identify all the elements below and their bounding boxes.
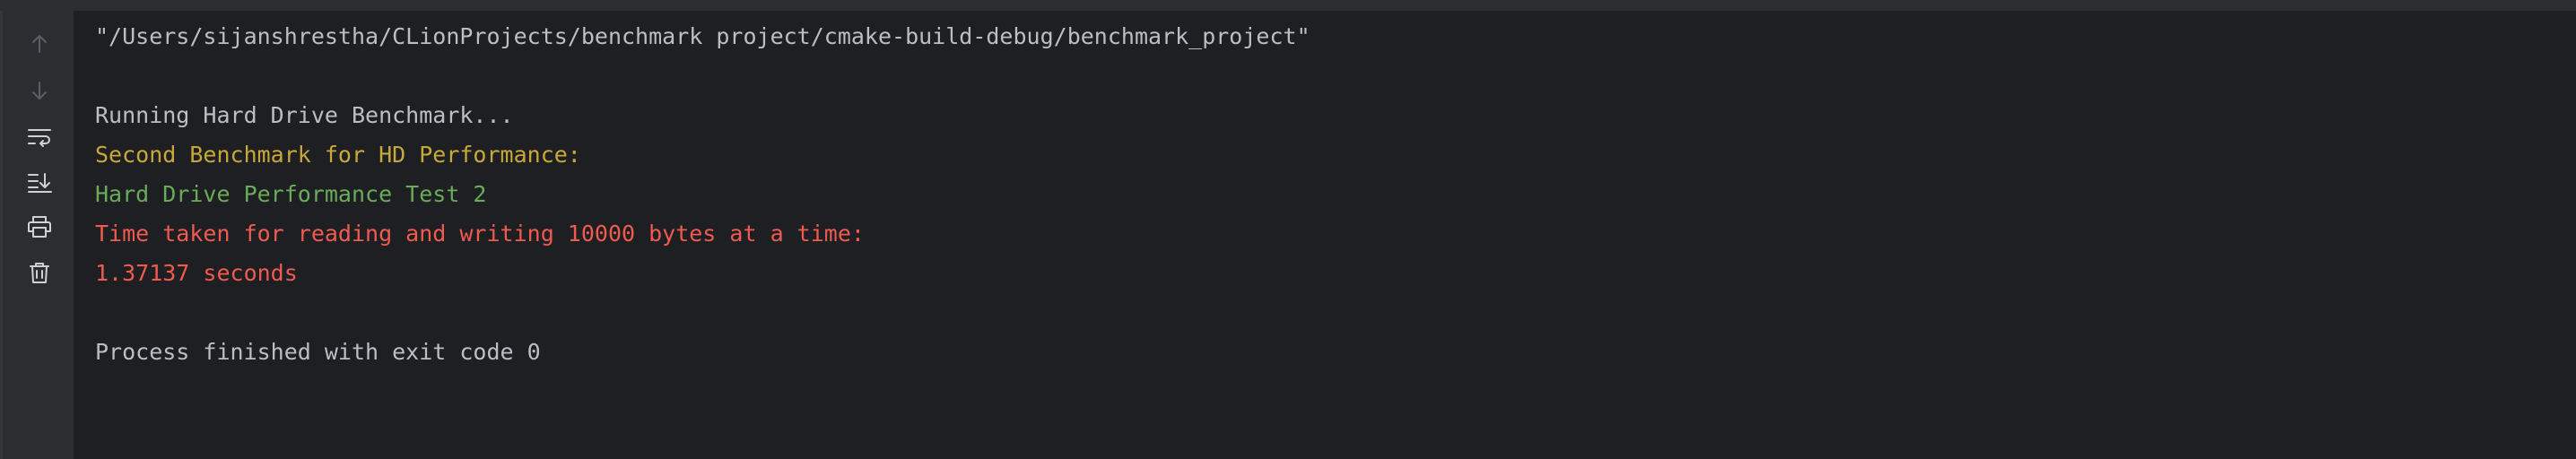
- up-arrow-icon[interactable]: [22, 27, 57, 61]
- console-line-time-label: Time taken for reading and writing 10000…: [95, 221, 865, 247]
- print-icon[interactable]: [22, 210, 57, 244]
- scroll-to-end-icon[interactable]: [22, 165, 57, 199]
- trash-icon[interactable]: [22, 255, 57, 290]
- console-line-test-name: Hard Drive Performance Test 2: [95, 181, 487, 207]
- down-arrow-icon[interactable]: [22, 74, 57, 108]
- console-output[interactable]: "/Users/sijanshrestha/CLionProjects/benc…: [74, 11, 2576, 459]
- top-border: [0, 0, 2576, 11]
- console-line-exit-code: Process finished with exit code 0: [95, 339, 541, 365]
- console-line-time-value: 1.37137 seconds: [95, 260, 298, 286]
- console-line-command: "/Users/sijanshrestha/CLionProjects/benc…: [95, 23, 1310, 49]
- soft-wrap-icon[interactable]: [22, 119, 57, 153]
- console-line-running: Running Hard Drive Benchmark...: [95, 102, 514, 128]
- console-toolbar: [0, 11, 74, 459]
- console-line-benchmark-title: Second Benchmark for HD Performance:: [95, 142, 581, 168]
